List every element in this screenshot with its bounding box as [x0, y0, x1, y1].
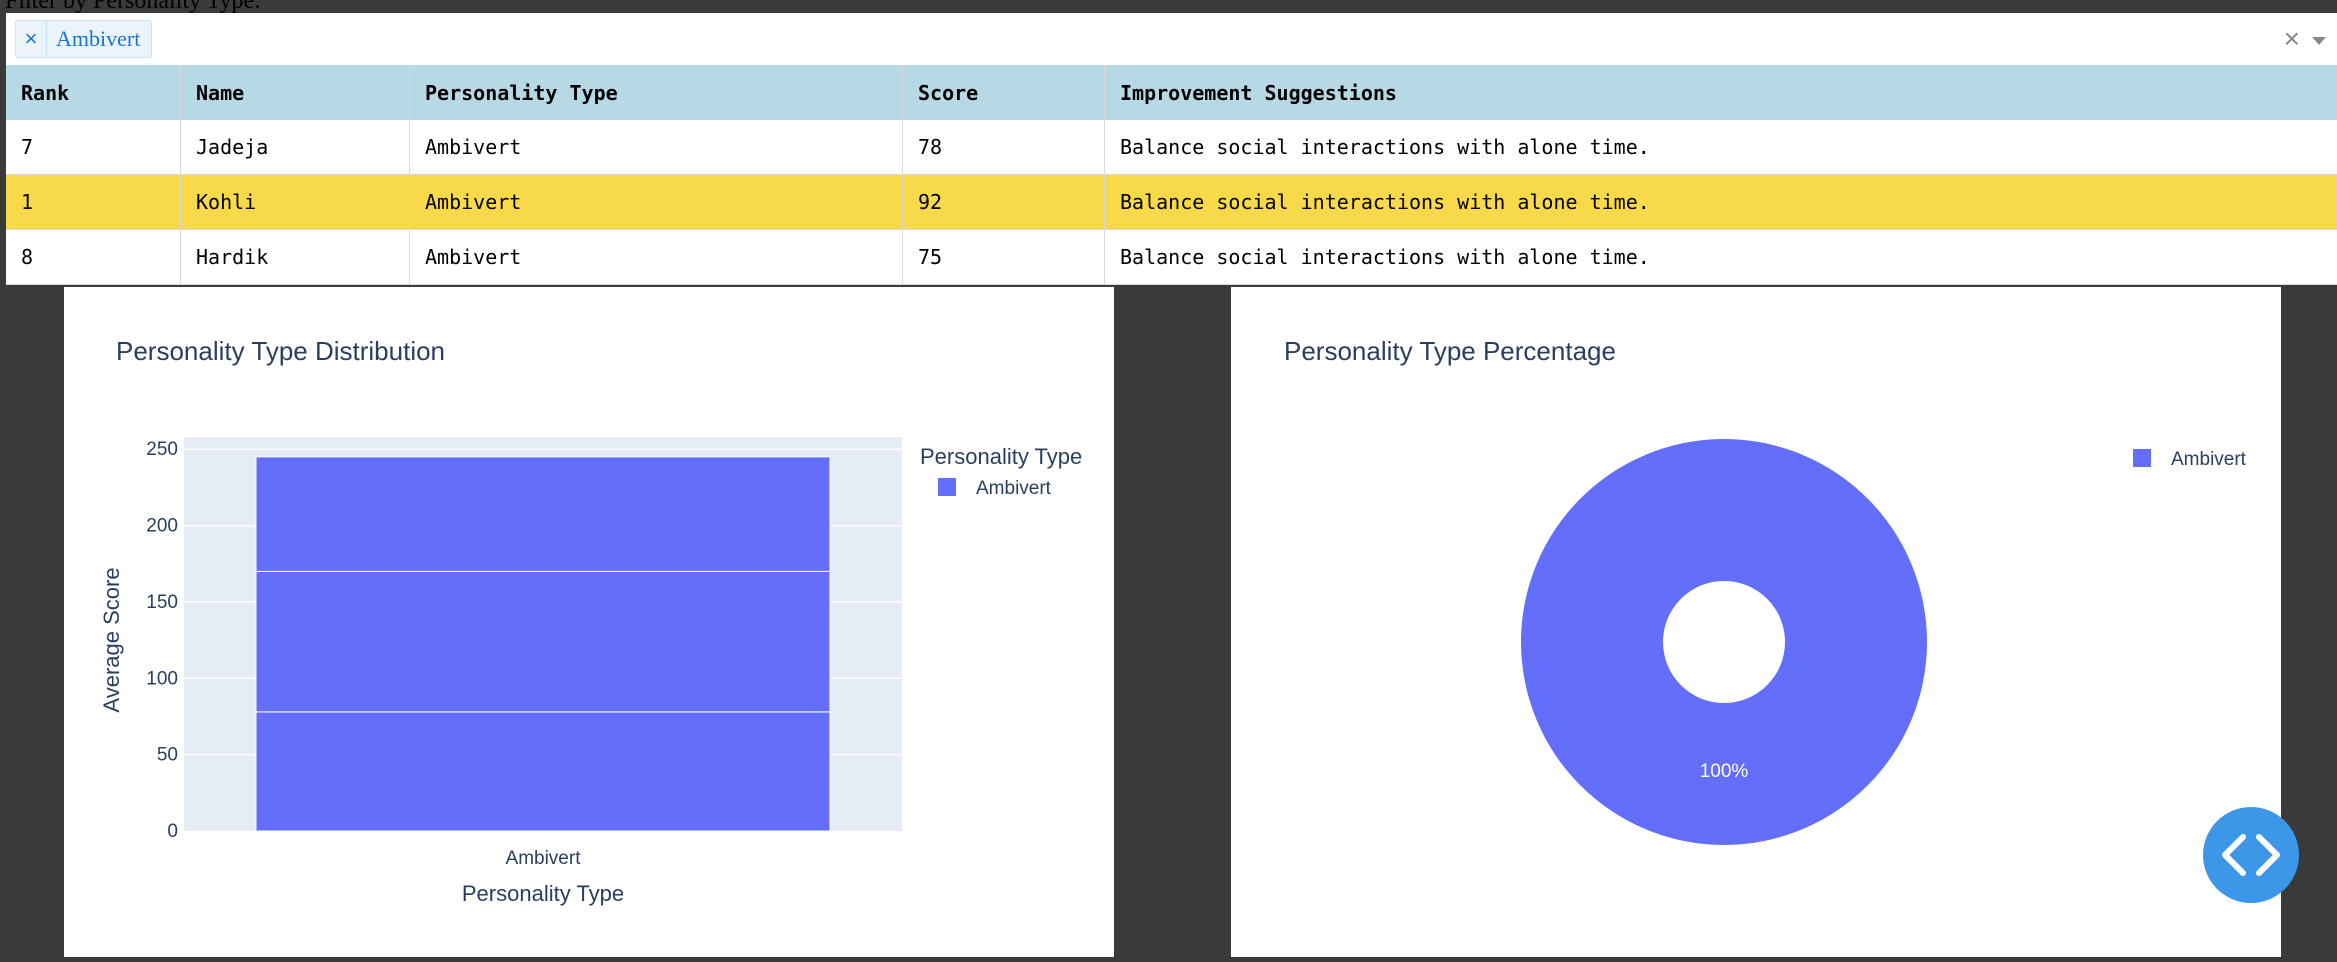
- results-table: Rank Name Personality Type Score Improve…: [6, 65, 2337, 285]
- x-tick-label: Ambivert: [506, 848, 582, 869]
- personality-type-dropdown[interactable]: × Ambivert ×: [6, 13, 2337, 65]
- y-tick-label: 150: [146, 592, 178, 613]
- clear-selection-icon[interactable]: ×: [2284, 25, 2300, 53]
- legend-swatch[interactable]: [938, 478, 956, 496]
- cell-name[interactable]: Kohli: [181, 175, 410, 229]
- pie-chart: Personality Type Percentage 100% Ambiver…: [1284, 336, 2247, 845]
- pie-slice-label: 100%: [1700, 761, 1749, 782]
- code-icon: [2222, 834, 2280, 876]
- y-axis-label: Average Score: [99, 567, 124, 712]
- dropdown-arrow-icon[interactable]: [2312, 37, 2326, 45]
- bar-chart-title: Personality Type Distribution: [116, 336, 445, 366]
- cell-score[interactable]: 75: [903, 230, 1105, 284]
- table-row[interactable]: 8 Hardik Ambivert 75 Balance social inte…: [6, 230, 2337, 285]
- cell-suggestion[interactable]: Balance social interactions with alone t…: [1105, 120, 2337, 174]
- pie-legend-label[interactable]: Ambivert: [2171, 449, 2247, 470]
- code-toggle-button[interactable]: [2203, 807, 2299, 903]
- cell-score[interactable]: 78: [903, 120, 1105, 174]
- table-row[interactable]: 7 Jadeja Ambivert 78 Balance social inte…: [6, 120, 2337, 175]
- pie-chart-title: Personality Type Percentage: [1284, 336, 1616, 366]
- cell-personality-type[interactable]: Ambivert: [410, 120, 903, 174]
- pie-chart-panel: Personality Type Percentage 100% Ambiver…: [1231, 287, 2281, 957]
- filter-label: Filter by Personality Type:: [5, 0, 261, 14]
- legend-item-label[interactable]: Ambivert: [976, 478, 1052, 499]
- bar-chart-panel: Personality Type Distribution 0 50 100 150 2…: [64, 287, 1114, 957]
- chip-label: Ambivert: [56, 26, 141, 51]
- cell-rank[interactable]: 8: [6, 230, 181, 284]
- header-improvement-suggestions[interactable]: Improvement Suggestions: [1105, 65, 2337, 120]
- selected-chip-ambivert: × Ambivert: [15, 20, 153, 58]
- y-tick-label: 50: [157, 745, 178, 766]
- y-tick-label: 200: [146, 516, 178, 537]
- x-axis-label: Personality Type: [462, 881, 624, 906]
- bar-chart: Personality Type Distribution 0 50 100 150 2…: [99, 336, 1082, 906]
- header-score[interactable]: Score: [903, 65, 1105, 120]
- bar-segment[interactable]: [255, 456, 831, 572]
- cell-name[interactable]: Jadeja: [181, 120, 410, 174]
- cell-personality-type[interactable]: Ambivert: [410, 230, 903, 284]
- header-name[interactable]: Name: [181, 65, 410, 120]
- y-tick-label: 250: [146, 439, 178, 460]
- legend-title: Personality Type: [920, 444, 1082, 469]
- table-row[interactable]: 1 Kohli Ambivert 92 Balance social inter…: [6, 175, 2337, 230]
- pie-slice-ambivert[interactable]: [1521, 439, 1927, 845]
- cell-suggestion[interactable]: Balance social interactions with alone t…: [1105, 175, 2337, 229]
- bar-segment[interactable]: [255, 711, 831, 832]
- chip-remove-icon[interactable]: ×: [16, 21, 47, 57]
- cell-suggestion[interactable]: Balance social interactions with alone t…: [1105, 230, 2337, 284]
- header-rank[interactable]: Rank: [6, 65, 181, 120]
- cell-score[interactable]: 92: [903, 175, 1105, 229]
- cell-name[interactable]: Hardik: [181, 230, 410, 284]
- table-header-row: Rank Name Personality Type Score Improve…: [6, 65, 2337, 120]
- cell-personality-type[interactable]: Ambivert: [410, 175, 903, 229]
- y-tick-label: 0: [167, 821, 178, 842]
- cell-rank[interactable]: 7: [6, 120, 181, 174]
- header-personality-type[interactable]: Personality Type: [410, 65, 903, 120]
- pie-legend-swatch[interactable]: [2133, 449, 2151, 467]
- y-tick-label: 100: [146, 668, 178, 689]
- bar-segment[interactable]: [255, 570, 831, 713]
- cell-rank[interactable]: 1: [6, 175, 181, 229]
